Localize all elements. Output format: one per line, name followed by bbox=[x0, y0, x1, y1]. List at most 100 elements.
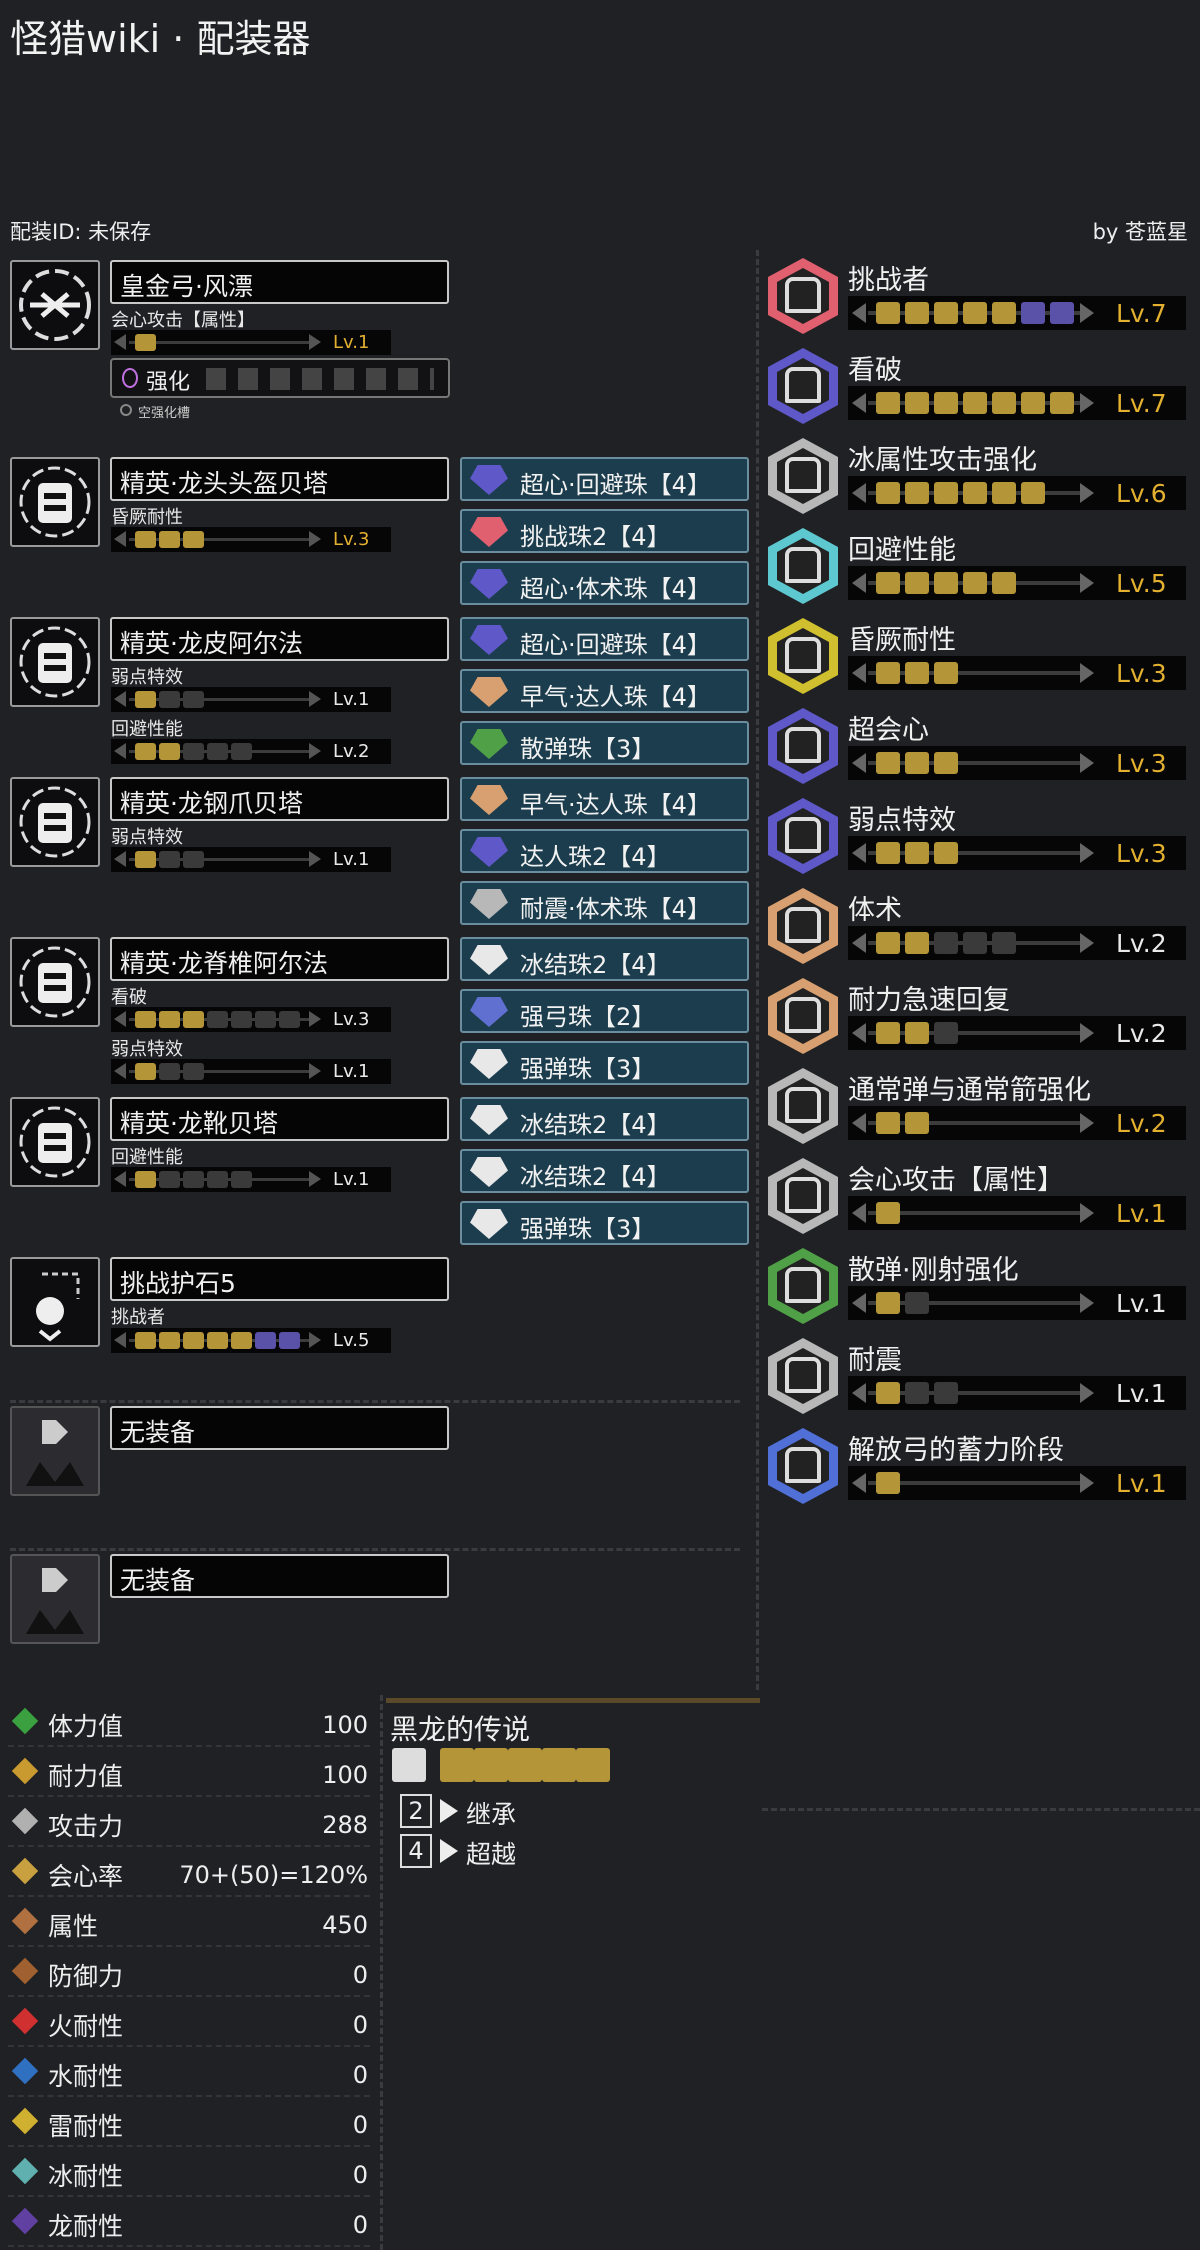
helmet-icon[interactable] bbox=[10, 457, 100, 547]
bonus-name: 继承 bbox=[466, 1800, 517, 1829]
augment-label: 强化 bbox=[146, 370, 191, 395]
charm-icon[interactable] bbox=[10, 1257, 100, 1347]
empty-slot-icon[interactable] bbox=[10, 1406, 100, 1496]
stat-row: 属性 450 bbox=[8, 1897, 370, 1947]
skill-name[interactable]: 散弹·刚射强化 bbox=[848, 1248, 1019, 1287]
water-icon bbox=[11, 2057, 39, 2085]
decoration-name: 强弓珠【2】 bbox=[520, 1003, 656, 1031]
skill-level-bar: Lv.3 bbox=[848, 836, 1186, 870]
skill-name[interactable]: 昏厥耐性 bbox=[848, 618, 956, 657]
skill-level: Lv.3 bbox=[1116, 839, 1167, 868]
decoration-slot[interactable]: 早气·达人珠【4】 bbox=[460, 669, 749, 713]
skill-name[interactable]: 耐力急速回复 bbox=[848, 978, 1010, 1017]
armor-skill-name: 弱点特效 bbox=[111, 667, 183, 688]
skill-name[interactable]: 解放弓的蓄力阶段 bbox=[848, 1428, 1064, 1467]
stat-value: 0 bbox=[352, 2161, 368, 2189]
decoration-name: 强弹珠【3】 bbox=[520, 1215, 656, 1243]
stat-value: 70+(50)=120% bbox=[179, 1861, 368, 1889]
decoration-slot[interactable]: 达人珠2【4】 bbox=[460, 829, 749, 873]
armor-name[interactable]: 精英·龙皮阿尔法 bbox=[110, 617, 449, 661]
decoration-slot[interactable]: 冰结珠2【4】 bbox=[460, 1097, 749, 1141]
waist-icon[interactable] bbox=[10, 937, 100, 1027]
stat-row: 火耐性 0 bbox=[8, 1997, 370, 2047]
set-piece-icon bbox=[392, 1748, 426, 1782]
decoration-slot[interactable]: 挑战珠2【4】 bbox=[460, 509, 749, 553]
decoration-slot[interactable]: 耐震·体术珠【4】 bbox=[460, 881, 749, 925]
skill-level: Lv.3 bbox=[1116, 749, 1167, 778]
decoration-slot[interactable]: 冰结珠2【4】 bbox=[460, 1149, 749, 1193]
skill-level-bar: Lv.2 bbox=[848, 1016, 1186, 1050]
skill-icon bbox=[768, 618, 838, 694]
augment-slot[interactable]: 强化 bbox=[110, 358, 450, 398]
stat-value: 0 bbox=[352, 2211, 368, 2239]
decoration-slot[interactable]: 超心·回避珠【4】 bbox=[460, 457, 749, 501]
skill-name[interactable]: 回避性能 bbox=[848, 528, 956, 567]
bonus-count: 4 bbox=[400, 1834, 432, 1868]
play-icon bbox=[440, 1839, 458, 1863]
stat-label: 防御力 bbox=[48, 1962, 124, 1991]
weapon-skill-name: 会心攻击【属性】 bbox=[111, 310, 255, 331]
decoration-name: 冰结珠2【4】 bbox=[520, 1111, 671, 1139]
skill-name[interactable]: 挑战者 bbox=[848, 258, 929, 297]
stat-row: 耐力值 100 bbox=[8, 1747, 370, 1797]
decoration-slot[interactable]: 早气·达人珠【4】 bbox=[460, 777, 749, 821]
decoration-slot[interactable]: 强弹珠【3】 bbox=[460, 1201, 749, 1245]
empty-slot-name[interactable]: 无装备 bbox=[110, 1554, 449, 1598]
armor-skill-name: 回避性能 bbox=[111, 719, 183, 740]
skill-name[interactable]: 耐震 bbox=[848, 1338, 902, 1377]
skill-level: Lv.2 bbox=[1116, 929, 1167, 958]
skill-level: Lv.7 bbox=[1116, 389, 1167, 418]
skill-name[interactable]: 冰属性攻击强化 bbox=[848, 438, 1037, 477]
jewel-icon bbox=[470, 889, 508, 919]
armor-name[interactable]: 精英·龙钢爪贝塔 bbox=[110, 777, 449, 821]
skill-icon bbox=[768, 528, 838, 604]
decoration-slot[interactable]: 强弓珠【2】 bbox=[460, 989, 749, 1033]
armor-name[interactable]: 精英·龙头头盔贝塔 bbox=[110, 457, 449, 501]
skill-level: Lv.1 bbox=[1116, 1199, 1167, 1228]
jewel-icon bbox=[470, 1049, 508, 1079]
empty-slot-icon[interactable] bbox=[10, 1554, 100, 1644]
page-title: 怪猎wiki · 配装器 bbox=[10, 17, 311, 61]
armor-skill-level: Lv.2 bbox=[333, 741, 370, 762]
armor-skill-level: Lv.1 bbox=[333, 689, 370, 710]
stat-label: 火耐性 bbox=[48, 2012, 124, 2041]
skill-name[interactable]: 看破 bbox=[848, 348, 902, 387]
decoration-slot[interactable]: 强弹珠【3】 bbox=[460, 1041, 749, 1085]
weapon-name[interactable]: 皇金弓·风漂 bbox=[110, 260, 449, 304]
decoration-slot[interactable]: 超心·体术珠【4】 bbox=[460, 561, 749, 605]
decoration-slot[interactable]: 超心·回避珠【4】 bbox=[460, 617, 749, 661]
skill-level-bar: Lv.2 bbox=[848, 926, 1186, 960]
skill-icon bbox=[768, 1248, 838, 1324]
skill-icon bbox=[768, 708, 838, 784]
armor-skill-level: Lv.1 bbox=[333, 1169, 370, 1190]
skill-name[interactable]: 会心攻击【属性】 bbox=[848, 1158, 1064, 1197]
skill-name[interactable]: 弱点特效 bbox=[848, 798, 956, 837]
charm-skill-bar: Lv.5 bbox=[111, 1328, 391, 1353]
leg-icon[interactable] bbox=[10, 1097, 100, 1187]
chest-icon[interactable] bbox=[10, 617, 100, 707]
stat-label: 耐力值 bbox=[48, 1762, 124, 1791]
armor-skill-name: 昏厥耐性 bbox=[111, 507, 183, 528]
armor-skill-bar: Lv.1 bbox=[111, 847, 391, 872]
element-icon bbox=[11, 1907, 39, 1935]
armor-name[interactable]: 精英·龙脊椎阿尔法 bbox=[110, 937, 449, 981]
bow-icon[interactable] bbox=[10, 260, 100, 350]
stat-value: 100 bbox=[322, 1711, 368, 1739]
decoration-name: 强弹珠【3】 bbox=[520, 1055, 656, 1083]
decoration-slot[interactable]: 散弹珠【3】 bbox=[460, 721, 749, 765]
jewel-icon bbox=[470, 945, 508, 975]
armor-name[interactable]: 精英·龙靴贝塔 bbox=[110, 1097, 449, 1141]
skill-name[interactable]: 通常弹与通常箭强化 bbox=[848, 1068, 1091, 1107]
augment-pips bbox=[206, 368, 434, 390]
skill-name[interactable]: 超会心 bbox=[848, 708, 929, 747]
skill-level: Lv.2 bbox=[1116, 1109, 1167, 1138]
weapon-skill-bar: Lv.1 bbox=[111, 330, 391, 355]
stat-row: 冰耐性 0 bbox=[8, 2147, 370, 2197]
skill-name[interactable]: 体术 bbox=[848, 888, 902, 927]
charm-name[interactable]: 挑战护石5 bbox=[110, 1257, 449, 1301]
decoration-slot[interactable]: 冰结珠2【4】 bbox=[460, 937, 749, 981]
arm-icon[interactable] bbox=[10, 777, 100, 867]
empty-slot-name[interactable]: 无装备 bbox=[110, 1406, 449, 1450]
dragon-icon bbox=[11, 2207, 39, 2235]
skill-level: Lv.3 bbox=[1116, 659, 1167, 688]
